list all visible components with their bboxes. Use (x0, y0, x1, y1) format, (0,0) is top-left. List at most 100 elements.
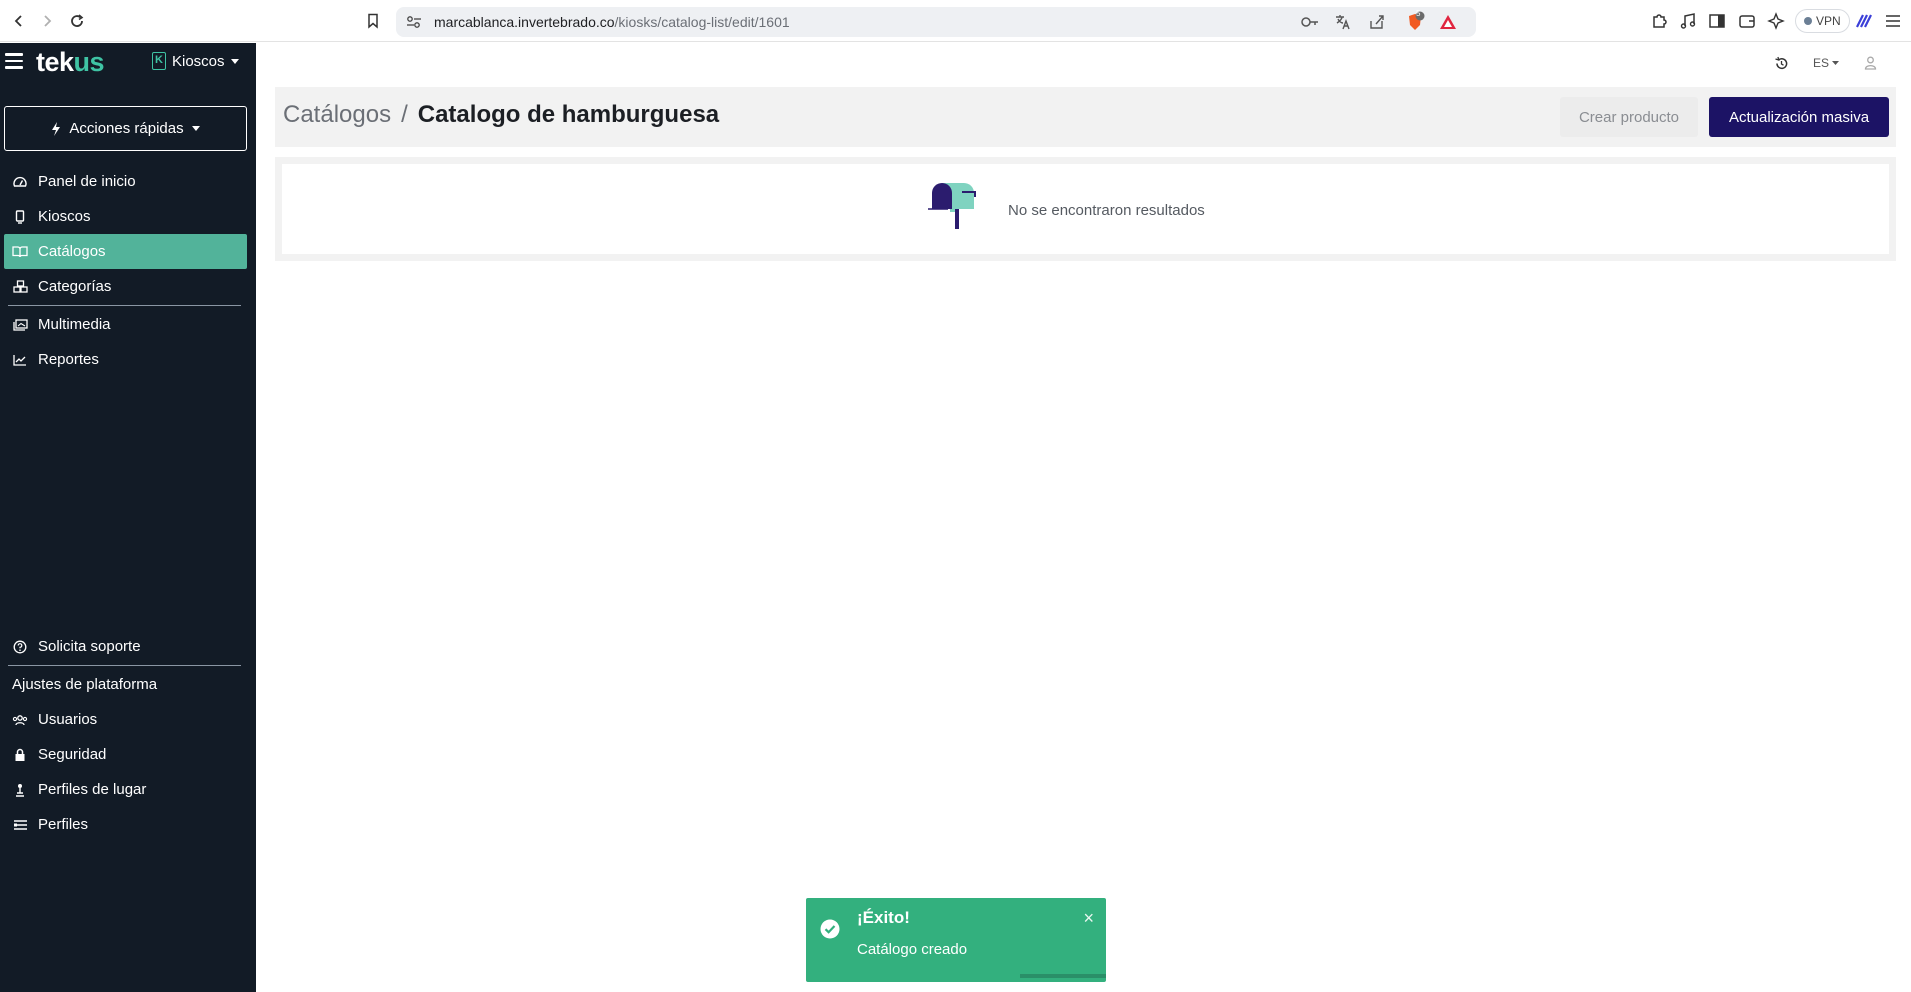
sidebar-item-label: Catálogos (38, 243, 106, 260)
users-icon (12, 712, 28, 728)
app-logo[interactable]: tekus (36, 47, 105, 78)
lock-icon (12, 747, 28, 763)
sidebar-item-label: Perfiles de lugar (38, 781, 147, 798)
quick-actions-button[interactable]: Acciones rápidas (4, 106, 247, 151)
toast-close-icon[interactable]: × (1083, 908, 1094, 929)
toast-progress-bar (1020, 974, 1106, 978)
gauge-icon (12, 174, 28, 190)
language-selector[interactable]: ES (1806, 52, 1846, 74)
bookmark-icon[interactable] (362, 10, 384, 32)
breadcrumb-separator: / (401, 101, 408, 128)
top-utility-bar: ES (256, 43, 1911, 83)
profile-stripes-icon[interactable] (1852, 10, 1874, 32)
toast-message: Catálogo creado (857, 941, 968, 958)
settings-heading: Ajustes de plataforma (12, 676, 158, 693)
book-icon (12, 244, 28, 260)
caret-down-icon (1832, 61, 1839, 65)
breadcrumb-catalogos-link[interactable]: Catálogos (283, 101, 391, 129)
url-path: /kiosks/catalog-list/edit/1601 (614, 14, 790, 30)
sidebar-item-seguridad[interactable]: Seguridad (4, 737, 247, 772)
sidebar-item-multimedia[interactable]: Multimedia (4, 307, 247, 342)
nav-divider (8, 665, 241, 666)
chart-line-icon (12, 352, 28, 368)
sidebar-item-label: Kioscos (38, 208, 91, 225)
page-header: Catálogos / Catalogo de hamburguesa Crea… (275, 87, 1896, 147)
mailbox-icon (928, 183, 976, 229)
back-icon[interactable] (8, 10, 30, 32)
language-label: ES (1812, 56, 1829, 70)
extensions-icon[interactable] (1648, 10, 1670, 32)
sidebar-item-panel[interactable]: Panel de inicio (4, 164, 247, 199)
kiosk-icon (12, 209, 28, 225)
url-host: marcablanca.invertebrado.co (434, 14, 615, 30)
sidebar-item-label: Panel de inicio (38, 173, 136, 190)
sidebar-item-label: Usuarios (38, 711, 98, 728)
brave-shield-icon[interactable] (1404, 11, 1426, 38)
sidebar-item-label: Solicita soporte (38, 638, 141, 655)
sidebar-item-kioscos[interactable]: Kioscos (4, 199, 247, 234)
site-settings-icon[interactable] (406, 15, 422, 34)
browser-menu-icon[interactable] (1882, 10, 1904, 32)
address-bar[interactable]: marcablanca.invertebrado.co/kiosks/catal… (396, 7, 1476, 37)
check-circle-icon (820, 919, 840, 939)
create-product-button[interactable]: Crear producto (1560, 97, 1698, 137)
kiosk-switcher-label: Kioscos (172, 52, 225, 70)
music-icon[interactable] (1677, 10, 1699, 32)
caret-down-icon (230, 58, 239, 64)
history-icon[interactable] (1770, 52, 1792, 74)
sidebar-item-categorias[interactable]: Categorías (4, 269, 247, 304)
boxes-icon (12, 279, 28, 295)
sidebar-item-support[interactable]: Solicita soporte (4, 629, 247, 664)
success-toast: ¡Éxito! Catálogo creado × (806, 898, 1106, 982)
bulk-update-button[interactable]: Actualización masiva (1709, 97, 1889, 137)
caret-down-icon (191, 126, 200, 131)
key-icon[interactable] (1300, 14, 1320, 35)
menu-toggle-icon[interactable] (5, 53, 23, 69)
quick-actions-label: Acciones rápidas (69, 120, 184, 137)
sidebar-item-label: Multimedia (38, 316, 111, 333)
sidebar-toggle-icon[interactable] (1706, 10, 1728, 32)
place-icon (12, 782, 28, 798)
logo-accent-text: us (73, 47, 105, 77)
sidebar-item-label: Perfiles (38, 816, 89, 833)
translate-icon[interactable] (1334, 13, 1352, 36)
forward-icon[interactable] (36, 10, 58, 32)
sidebar-item-perfiles[interactable]: Perfiles (4, 807, 247, 842)
sidebar-item-usuarios[interactable]: Usuarios (4, 702, 247, 737)
brave-rewards-icon[interactable] (1438, 13, 1458, 36)
sidebar-top: tekus K Kioscos (0, 43, 256, 83)
vpn-button[interactable]: VPN (1795, 9, 1850, 33)
vpn-status-icon (1804, 17, 1812, 25)
user-account-icon[interactable] (1859, 52, 1881, 74)
empty-state: No se encontraron resultados (282, 164, 1889, 254)
empty-state-message: No se encontraron resultados (1008, 202, 1205, 219)
vpn-label: VPN (1816, 14, 1841, 28)
shield-count-badge: 5 (1416, 9, 1421, 18)
sidebar-item-reportes[interactable]: Reportes (4, 342, 247, 377)
kiosk-switcher[interactable]: K Kioscos (152, 52, 239, 70)
results-panel: No se encontraron resultados (275, 157, 1896, 261)
kiosk-badge-icon: K (152, 52, 166, 70)
sidebar-item-label: Categorías (38, 278, 112, 295)
sidebar-item-label: Reportes (38, 351, 99, 368)
sidebar: tekus K Kioscos Acciones rápidas Panel d… (0, 43, 256, 992)
sidebar-item-label: Seguridad (38, 746, 107, 763)
breadcrumb: Catálogos / Catalogo de hamburguesa (283, 101, 719, 129)
settings-nav: Solicita soporte Ajustes de plataforma U… (4, 629, 247, 842)
reload-icon[interactable] (66, 10, 88, 32)
toast-title: ¡Éxito! (857, 908, 910, 927)
page-title: Catalogo de hamburguesa (417, 101, 720, 128)
browser-toolbar: marcablanca.invertebrado.co/kiosks/catal… (0, 0, 1911, 42)
wallet-icon[interactable] (1736, 10, 1758, 32)
bolt-icon (52, 121, 61, 136)
sidebar-item-catalogos[interactable]: Catálogos (4, 234, 247, 269)
logo-main-text: tek (36, 47, 74, 77)
sidebar-item-perfiles-lugar[interactable]: Perfiles de lugar (4, 772, 247, 807)
main-nav: Panel de inicio Kioscos Catálogos Catego… (4, 164, 247, 377)
leo-ai-icon[interactable] (1765, 10, 1787, 32)
url-text: marcablanca.invertebrado.co/kiosks/catal… (434, 14, 790, 30)
share-icon[interactable] (1368, 13, 1386, 36)
images-icon (12, 317, 28, 333)
id-card-icon (12, 817, 28, 833)
help-circle-icon (12, 639, 28, 655)
